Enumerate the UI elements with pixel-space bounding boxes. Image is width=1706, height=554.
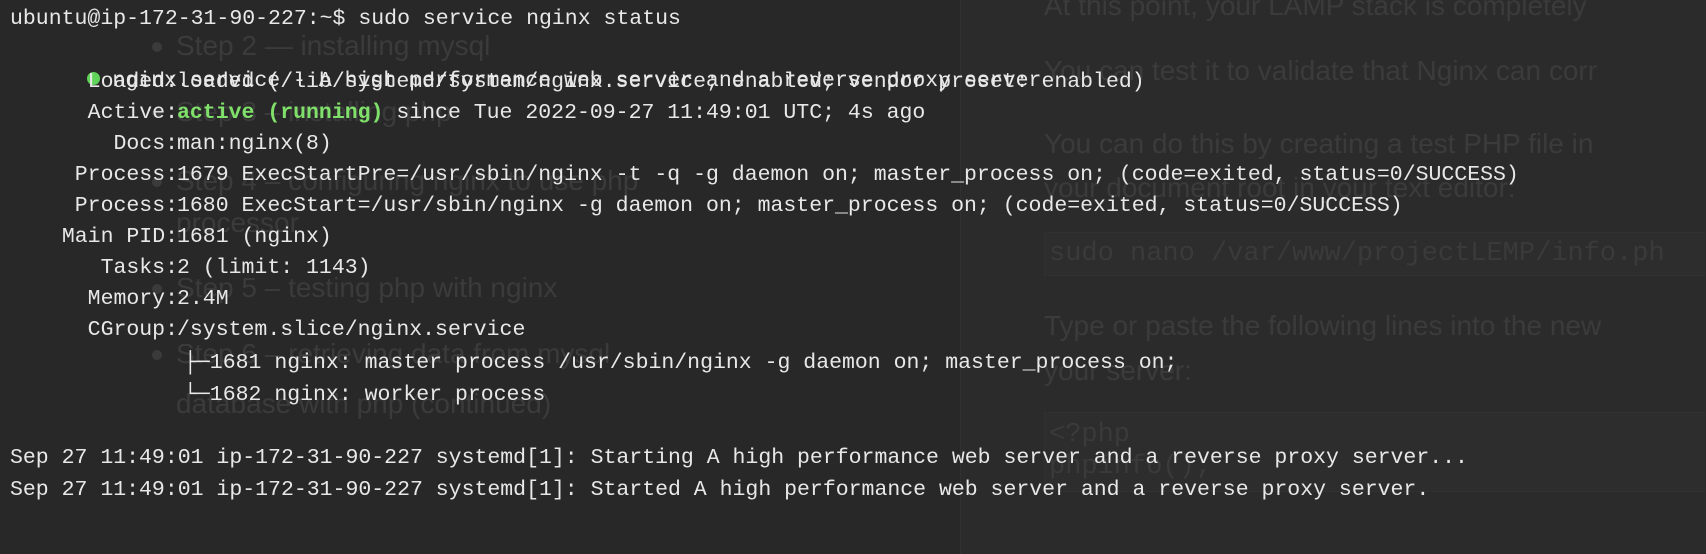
- field-value-memory: 2.4M: [177, 287, 229, 311]
- field-value-loaded: loaded (/lib/systemd/system/nginx.servic…: [177, 70, 1145, 94]
- field-value-docs: man:nginx(8): [177, 132, 332, 156]
- cgroup-process-entry: └─1682 nginx: worker process: [184, 383, 546, 407]
- field-key-main-pid: Main PID:: [61, 225, 178, 249]
- field-key-docs: Docs:: [113, 132, 178, 156]
- active-running-status: active (running): [177, 101, 384, 125]
- field-value-process: 1680 ExecStart=/usr/sbin/nginx -g daemon…: [177, 194, 1403, 218]
- field-key-process: Process:: [74, 194, 178, 218]
- terminal-output[interactable]: ubuntu@ip-172-31-90-227:~$ sudo service …: [0, 0, 1706, 554]
- field-value-cgroup: /system.slice/nginx.service: [177, 318, 526, 342]
- field-value-process: 1679 ExecStartPre=/usr/sbin/nginx -t -q …: [177, 163, 1519, 187]
- field-key-process: Process:: [74, 163, 178, 187]
- shell-prompt-line: ubuntu@ip-172-31-90-227:~$ sudo service …: [10, 7, 681, 31]
- field-key-cgroup: CGroup:: [87, 318, 178, 342]
- field-value-main-pid: 1681 (nginx): [177, 225, 332, 249]
- cgroup-process-entry: ├─1681 nginx: master process /usr/sbin/n…: [184, 351, 1178, 375]
- field-key-memory: Memory:: [87, 287, 178, 311]
- active-since: since Tue 2022-09-27 11:49:01 UTC; 4s ag…: [383, 101, 926, 125]
- field-value-tasks: 2 (limit: 1143): [177, 256, 371, 280]
- log-line: Sep 27 11:49:01 ip-172-31-90-227 systemd…: [10, 478, 1430, 502]
- field-key-loaded: Loaded:: [87, 70, 178, 94]
- service-title-line: nginx.service - A high performance web s…: [10, 36, 1041, 93]
- log-line: Sep 27 11:49:01 ip-172-31-90-227 systemd…: [10, 446, 1468, 470]
- field-key-active: Active:: [87, 101, 178, 125]
- screen: Step 2 — installing mysql Step 3 – insta…: [0, 0, 1706, 554]
- field-value-active: active (running) since Tue 2022-09-27 11…: [177, 98, 925, 128]
- field-key-tasks: Tasks:: [100, 256, 178, 280]
